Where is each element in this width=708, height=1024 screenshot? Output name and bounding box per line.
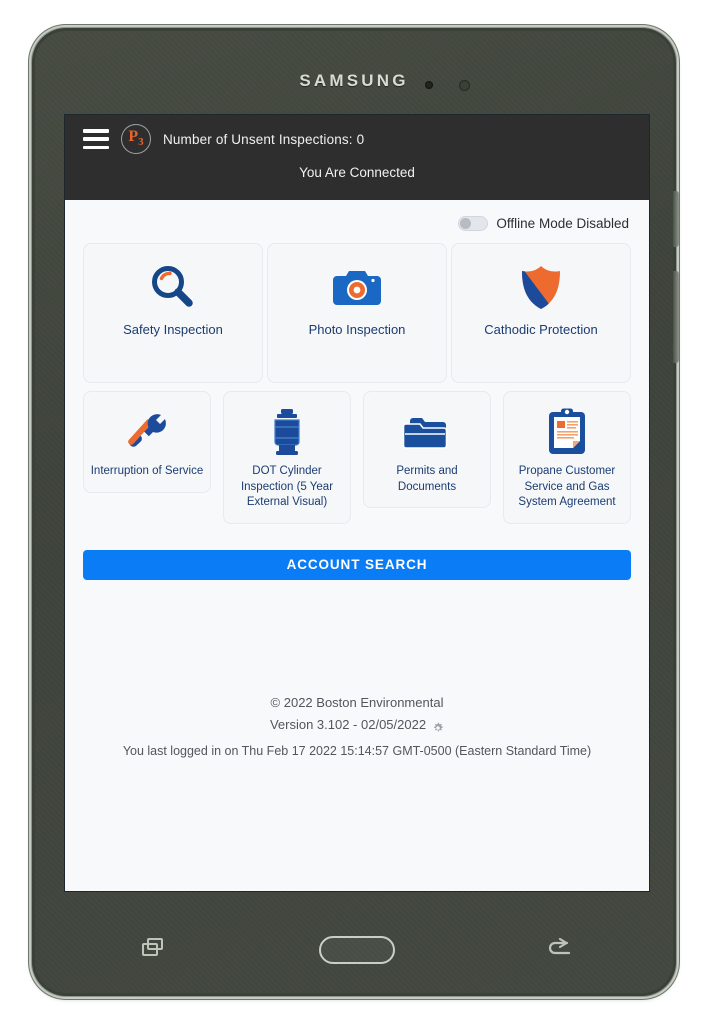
clipboard-icon <box>546 406 588 458</box>
home-button[interactable] <box>319 936 395 964</box>
app-logo-text: P3 <box>128 128 144 149</box>
tile-dot-cylinder-inspection[interactable]: DOT Cylinder Inspection (5 Year External… <box>223 391 351 524</box>
app-header-top-row: P3 Number of Unsent Inspections: 0 <box>65 115 649 163</box>
tile-label: DOT Cylinder Inspection (5 Year External… <box>240 465 334 509</box>
footer: © 2022 Boston Environmental Version 3.10… <box>65 692 649 764</box>
tablet-screen: P3 Number of Unsent Inspections: 0 You A… <box>65 115 649 891</box>
tablet-device: SAMSUNG P3 Number of Unsent Inspections:… <box>32 28 679 996</box>
gear-icon[interactable] <box>432 719 444 732</box>
front-sensor-icon <box>425 81 433 89</box>
tile-permits-and-documents[interactable]: Permits and Documents <box>363 391 491 509</box>
samsung-brand-logo: SAMSUNG <box>299 71 409 90</box>
hamburger-bar-3 <box>83 145 109 149</box>
unsent-inspections-label: Number of Unsent Inspections: 0 <box>163 131 365 147</box>
tile-label: Safety Inspection <box>123 322 223 337</box>
footer-version-row: Version 3.102 - 02/05/2022 <box>65 714 649 736</box>
tile-interruption-of-service[interactable]: Interruption of Service <box>83 391 211 493</box>
offline-mode-toggle[interactable] <box>458 216 489 231</box>
app-logo-subscript: 3 <box>138 136 144 149</box>
folder-icon <box>402 406 452 458</box>
tablet-body: SAMSUNG P3 Number of Unsent Inspections:… <box>35 31 679 993</box>
app-logo: P3 <box>121 124 151 154</box>
tile-row-secondary: Interruption of Service DOT Cylinder Ins… <box>83 391 631 524</box>
offline-mode-row: Offline Mode Disabled <box>83 200 631 243</box>
magnifier-icon <box>147 258 199 316</box>
propane-tank-icon <box>267 406 307 458</box>
connection-status-label: You Are Connected <box>299 165 415 180</box>
account-search-button[interactable]: ACCOUNT SEARCH <box>83 549 631 580</box>
hamburger-bar-2 <box>83 137 109 141</box>
app-header: P3 Number of Unsent Inspections: 0 You A… <box>65 115 649 200</box>
footer-copyright: © 2022 Boston Environmental <box>270 695 444 710</box>
camera-icon <box>331 258 383 316</box>
tools-icon <box>123 406 171 458</box>
tile-safety-inspection[interactable]: Safety Inspection <box>83 243 263 383</box>
tile-row-primary: Safety Inspection Photo Inspection Catho… <box>83 243 631 383</box>
tile-photo-inspection[interactable]: Photo Inspection <box>267 243 447 383</box>
shield-icon <box>515 258 567 316</box>
footer-last-login: You last logged in on Thu Feb 17 2022 15… <box>122 744 592 758</box>
offline-mode-label: Offline Mode Disabled <box>496 216 629 231</box>
front-camera-icon <box>459 80 470 91</box>
page-body: Offline Mode Disabled Safety Inspection <box>65 200 649 891</box>
tile-cathodic-protection[interactable]: Cathodic Protection <box>451 243 631 383</box>
android-navigation-bar <box>65 911 649 989</box>
tile-label: Photo Inspection <box>308 322 406 337</box>
hamburger-menu-icon[interactable] <box>83 129 109 149</box>
tile-label: Propane Customer Service and Gas System … <box>518 465 616 509</box>
tile-label: Interruption of Service <box>90 465 204 477</box>
power-button[interactable] <box>673 191 679 247</box>
tile-propane-customer-service-agreement[interactable]: Propane Customer Service and Gas System … <box>503 391 631 524</box>
footer-version-label: Version 3.102 - 02/05/2022 <box>269 717 427 732</box>
recents-icon[interactable] <box>141 937 167 964</box>
tile-label: Cathodic Protection <box>484 322 598 337</box>
hamburger-bar-1 <box>83 129 109 133</box>
back-icon[interactable] <box>547 937 573 964</box>
volume-button[interactable] <box>673 271 679 363</box>
tile-label: Permits and Documents <box>396 465 458 493</box>
